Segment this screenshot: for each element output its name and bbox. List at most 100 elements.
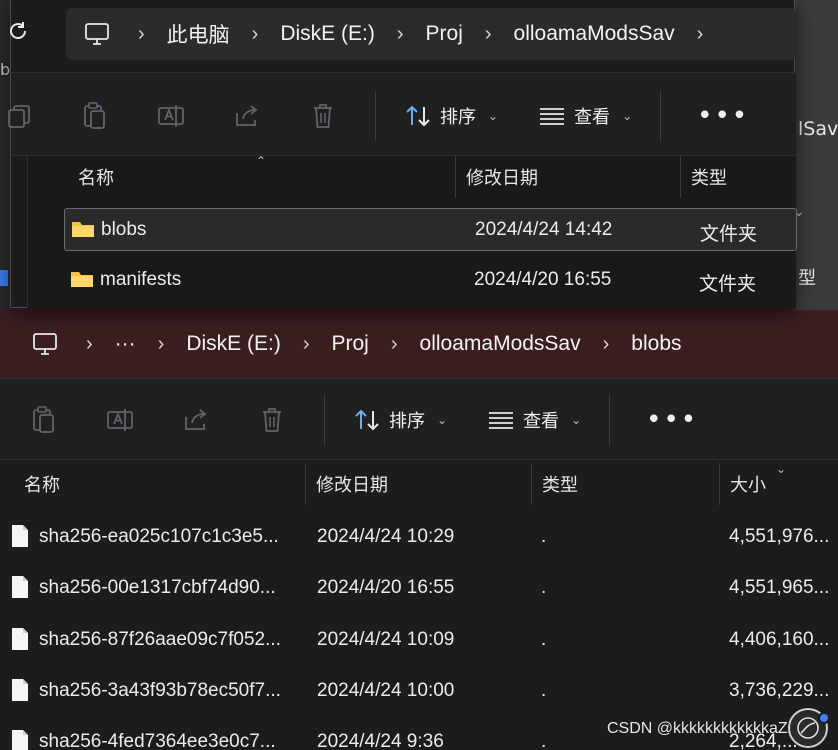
paste-icon bbox=[84, 102, 105, 129]
file-type: 文件夹 bbox=[699, 274, 757, 295]
sort-button[interactable]: 排序 ⌄ bbox=[390, 92, 512, 140]
view-label: 查看 bbox=[574, 107, 611, 128]
table-row[interactable]: sha256-00e1317cbf74d90... 2024/4/20 16:55… bbox=[0, 571, 838, 603]
file-icon bbox=[12, 730, 28, 750]
background-fragment-label: 型 bbox=[798, 268, 816, 289]
watermark-text: CSDN @kkkkkkkkkkkkaZZ4 bbox=[607, 720, 807, 737]
chevron-down-icon: ⌄ bbox=[437, 413, 448, 427]
rename-button[interactable] bbox=[82, 396, 158, 444]
breadcrumb-item-current[interactable]: blobs bbox=[631, 332, 681, 356]
file-size: 3,736,229... bbox=[729, 679, 830, 701]
breadcrumb-item[interactable]: Proj bbox=[426, 22, 463, 46]
breadcrumb: › ··· › DiskE (E:) › Proj › olloamaModsS… bbox=[14, 332, 682, 356]
file-size: 4,406,160... bbox=[729, 628, 830, 650]
folder-icon bbox=[72, 222, 94, 237]
breadcrumb-item-current[interactable]: olloamaModsSav bbox=[514, 22, 675, 46]
file-modified: 2024/4/24 10:09 bbox=[317, 628, 455, 650]
file-modified: 2024/4/24 10:00 bbox=[317, 679, 455, 701]
breadcrumb: › 此电脑 › DiskE (E:) › Proj › olloamaModsS… bbox=[66, 19, 725, 49]
computer-icon[interactable] bbox=[84, 22, 110, 46]
rename-button[interactable] bbox=[133, 92, 209, 140]
breadcrumb-separator-icon: › bbox=[484, 22, 492, 45]
file-type: . bbox=[541, 628, 547, 650]
delete-button[interactable] bbox=[234, 396, 310, 444]
sort-button[interactable]: 排序 ⌄ bbox=[339, 396, 461, 444]
share-icon bbox=[185, 409, 207, 430]
table-row[interactable]: sha256-87f26aae09c7f052... 2024/4/24 10:0… bbox=[0, 623, 838, 655]
background-left-edge: b bbox=[0, 0, 10, 310]
background-accent-bar bbox=[0, 270, 8, 286]
share-icon bbox=[236, 105, 258, 126]
breadcrumb-separator-icon: › bbox=[602, 332, 610, 355]
breadcrumb-item[interactable]: Proj bbox=[332, 332, 369, 356]
breadcrumb-item[interactable]: DiskE (E:) bbox=[186, 332, 281, 356]
column-header-modified[interactable]: 修改日期 bbox=[306, 463, 532, 505]
breadcrumb-item[interactable]: 此电脑 bbox=[167, 19, 230, 49]
trash-icon bbox=[314, 104, 332, 128]
view-label: 查看 bbox=[523, 411, 560, 432]
file-name: manifests bbox=[100, 269, 182, 290]
explorer-window-blobs: › ··· › DiskE (E:) › Proj › olloamaModsS… bbox=[0, 310, 838, 750]
file-icon bbox=[12, 525, 28, 547]
refresh-icon bbox=[10, 22, 26, 39]
share-button[interactable] bbox=[209, 92, 285, 140]
paste-button[interactable] bbox=[57, 92, 133, 140]
breadcrumb-separator-icon: › bbox=[396, 22, 404, 45]
column-header-name[interactable]: 名称 bbox=[14, 463, 306, 505]
chevron-down-icon: ⌄ bbox=[622, 109, 633, 123]
view-button[interactable]: 查看 ⌄ bbox=[473, 396, 595, 444]
delete-button[interactable] bbox=[285, 92, 361, 140]
column-header-type[interactable]: 类型 bbox=[681, 156, 797, 198]
view-button[interactable]: 查看 ⌄ bbox=[524, 92, 646, 140]
share-button[interactable] bbox=[158, 396, 234, 444]
file-icon bbox=[12, 576, 28, 599]
file-size: 4,551,976... bbox=[729, 526, 830, 547]
column-header-modified[interactable]: 修改日期 bbox=[456, 156, 681, 198]
file-name: sha256-4fed7364ee3e0c7... bbox=[39, 731, 276, 750]
sort-icon bbox=[406, 105, 430, 127]
file-type: . bbox=[541, 577, 547, 599]
file-name: sha256-3a43f93b78ec50f7... bbox=[39, 679, 281, 701]
chevron-down-icon: ⌄ bbox=[488, 109, 499, 123]
table-row[interactable]: sha256-ea025c107c1c3e5... 2024/4/24 10:29… bbox=[0, 520, 838, 552]
file-type: . bbox=[541, 526, 547, 547]
view-list-icon bbox=[540, 108, 565, 125]
copy-button[interactable] bbox=[0, 92, 57, 140]
column-header-type[interactable]: 类型 bbox=[532, 463, 720, 505]
sort-label: 排序 bbox=[389, 411, 425, 432]
breadcrumb-separator-icon: › bbox=[302, 332, 310, 355]
paste-button[interactable] bbox=[6, 396, 82, 444]
file-type: . bbox=[541, 731, 547, 750]
breadcrumb-separator-icon: › bbox=[390, 332, 398, 355]
file-name: blobs bbox=[101, 219, 147, 240]
file-modified: 2024/4/20 16:55 bbox=[474, 269, 612, 290]
file-icon bbox=[12, 627, 28, 650]
file-list-container: ⌃ 名称 修改日期 类型 blobs 2024/4/24 14:42 文件夹 mani… bbox=[27, 154, 797, 308]
address-bar[interactable]: › ··· › DiskE (E:) › Proj › olloamaModsS… bbox=[14, 318, 838, 370]
list-item[interactable]: blobs 2024/4/24 14:42 文件夹 bbox=[64, 208, 797, 251]
more-options-button[interactable]: ••• bbox=[624, 407, 720, 433]
background-fragment-label: lSav bbox=[798, 118, 838, 140]
background-window-edge: lSav ⌄ 型 bbox=[636, 0, 838, 310]
more-options-button[interactable]: ••• bbox=[675, 103, 771, 129]
column-header-name[interactable]: 名称 bbox=[28, 156, 456, 198]
file-type: 文件夹 bbox=[700, 224, 758, 245]
file-name: sha256-00e1317cbf74d90... bbox=[39, 577, 276, 599]
toolbar-divider bbox=[375, 91, 376, 141]
breadcrumb-item[interactable]: DiskE (E:) bbox=[280, 22, 375, 46]
refresh-button[interactable] bbox=[7, 20, 29, 42]
breadcrumb-overflow[interactable]: ··· bbox=[115, 332, 136, 356]
address-bar[interactable]: › 此电脑 › DiskE (E:) › Proj › olloamaModsS… bbox=[66, 8, 796, 60]
table-row[interactable]: sha256-3a43f93b78ec50f7... 2024/4/24 10:0… bbox=[0, 674, 838, 706]
sort-label: 排序 bbox=[440, 107, 476, 128]
notification-dot bbox=[818, 712, 830, 724]
file-name: sha256-ea025c107c1c3e5... bbox=[39, 526, 279, 547]
list-item[interactable]: manifests 2024/4/20 16:55 文件夹 bbox=[64, 259, 797, 302]
view-list-icon bbox=[489, 412, 514, 429]
copy-icon bbox=[8, 105, 30, 128]
file-type: . bbox=[541, 679, 547, 701]
command-bar: 排序 ⌄ 查看 ⌄ ••• bbox=[0, 378, 838, 460]
computer-icon[interactable] bbox=[32, 332, 58, 356]
breadcrumb-separator-icon: › bbox=[696, 22, 704, 45]
breadcrumb-item[interactable]: olloamaModsSav bbox=[420, 332, 581, 356]
